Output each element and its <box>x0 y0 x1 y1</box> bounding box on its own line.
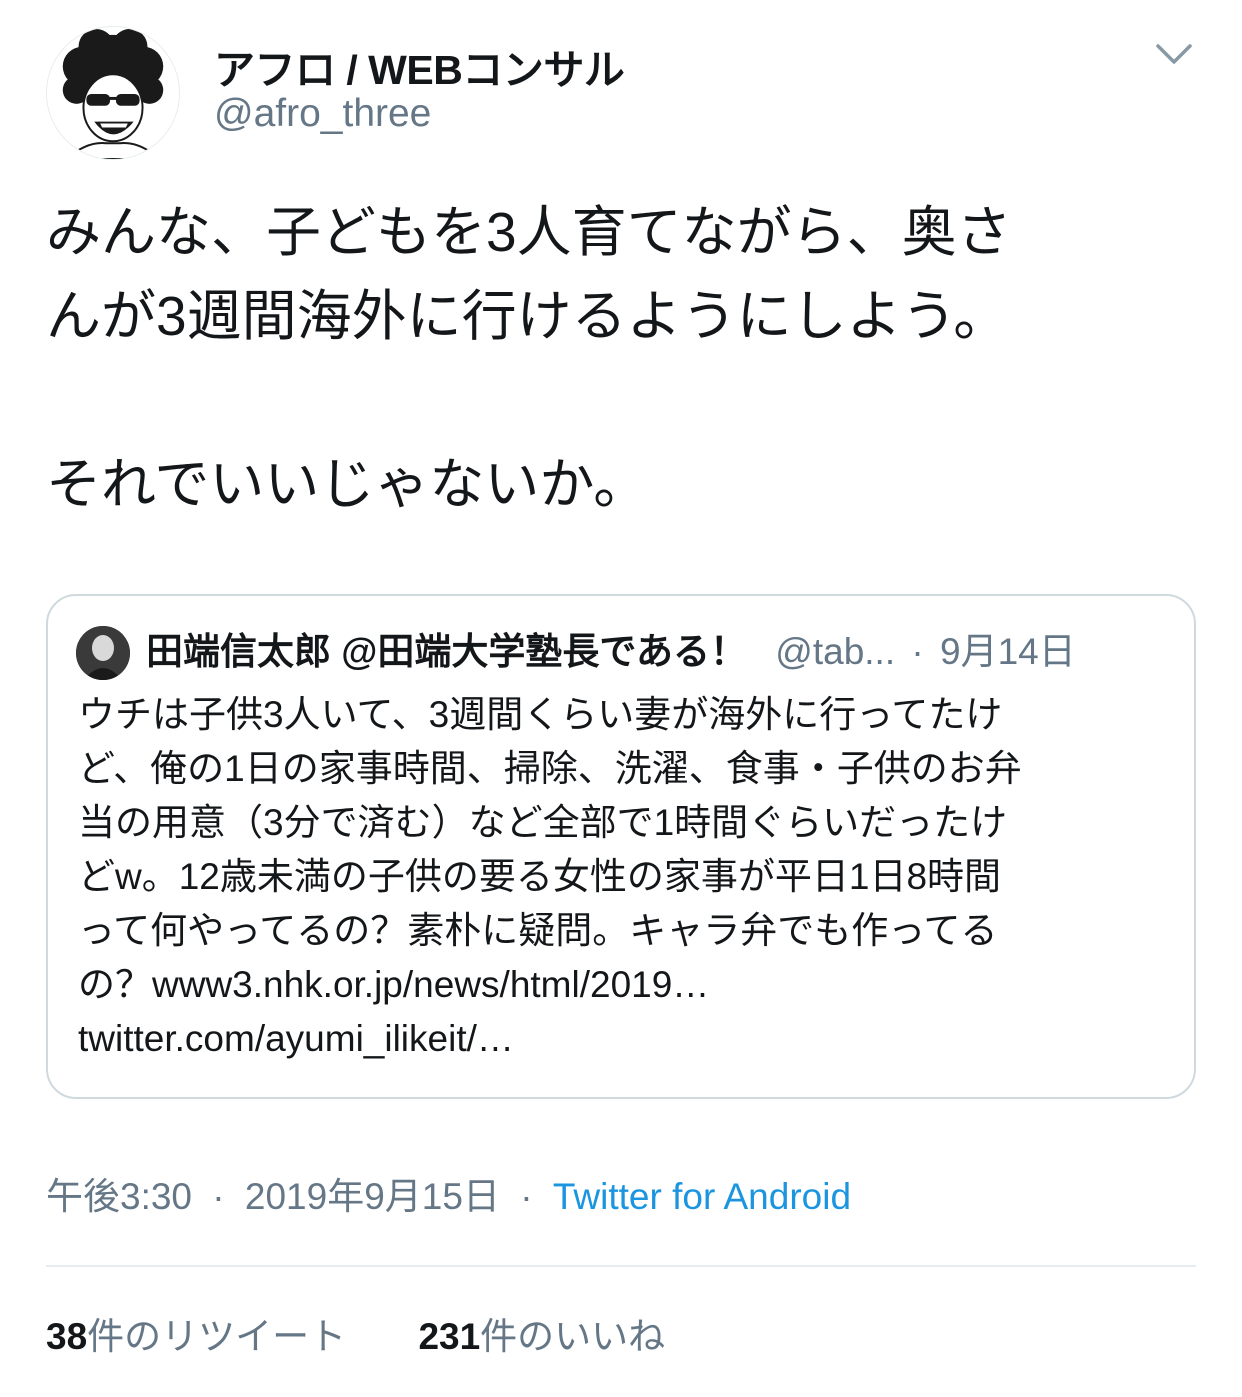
author-display-name[interactable]: アフロ / WEBコンサル <box>214 36 625 96</box>
likes-stat[interactable]: 231件のいいね <box>418 1312 665 1362</box>
tweet-stats: 38件のリツイート 231件のいいね <box>46 1312 665 1362</box>
author-avatar[interactable] <box>46 26 180 160</box>
tweet-line: んが3週間海外に行けるようにしよう。 <box>46 285 1009 347</box>
tweet-time: 午後3:30 <box>46 1176 193 1217</box>
quoted-line: twitter.com/ayumi_ilikeit/… <box>78 1018 514 1059</box>
quoted-author-name: 田端信太郎 @田端大学塾長である！ <box>146 631 747 672</box>
quoted-line: ウチは子供3人いて、3週間くらい妻が海外に行ってたけ <box>78 694 1003 735</box>
quoted-line: 当の用意（3分で済む）など全部で1時間ぐらいだったけ <box>78 802 1008 843</box>
quoted-author-avatar <box>76 626 130 680</box>
quoted-line: の？www3.nhk.or.jp/news/html/2019… <box>78 964 710 1005</box>
quoted-tweet-card[interactable]: 田端信太郎 @田端大学塾長である！ @tab... · 9月14日 ウチは子供3… <box>46 594 1196 1099</box>
quoted-header: 田端信太郎 @田端大学塾長である！ @tab... · 9月14日 <box>146 626 1176 678</box>
quoted-date: 9月14日 <box>940 631 1076 672</box>
tweet-meta: 午後3:30 · 2019年9月15日 · Twitter for Androi… <box>46 1172 851 1222</box>
tweet-text: みんな、子どもを3人育てながら、奥さ んが3週間海外に行けるようにしよう。 それ… <box>46 190 1196 526</box>
tweet-source-link[interactable]: Twitter for Android <box>553 1176 851 1217</box>
divider <box>46 1265 1196 1267</box>
retweets-label: 件のリツイート <box>87 1316 347 1357</box>
quoted-line: って何やってるの？素朴に疑問。キャラ弁でも作ってる <box>78 910 998 951</box>
quoted-line: ど、俺の1日の家事時間、掃除、洗濯、食事・子供のお弁 <box>78 748 1022 789</box>
quoted-text: ウチは子供3人いて、3週間くらい妻が海外に行ってたけ ど、俺の1日の家事時間、掃… <box>78 688 1168 1066</box>
afro-cartoon-avatar-icon <box>47 27 179 159</box>
tweet-line: みんな、子どもを3人育てながら、奥さ <box>46 201 1012 263</box>
retweets-stat[interactable]: 38件のリツイート <box>46 1312 346 1362</box>
tweet-date: 2019年9月15日 <box>244 1176 500 1217</box>
meta-separator: · <box>520 1176 533 1217</box>
author-handle[interactable]: @afro_three <box>214 92 431 136</box>
quoted-separator: · <box>911 631 924 672</box>
quoted-line: どw。12歳未満の子供の要る女性の家事が平日1日8時間 <box>78 856 1002 897</box>
likes-count: 231 <box>418 1316 481 1357</box>
chevron-down-icon[interactable] <box>1152 34 1196 74</box>
quoted-author-handle: @tab... <box>775 631 896 672</box>
likes-label: 件のいいね <box>480 1316 666 1357</box>
meta-separator: · <box>212 1176 225 1217</box>
tweet-line-break <box>46 358 1196 442</box>
tweet-line: それでいいじゃないか。 <box>46 453 649 515</box>
retweets-count: 38 <box>46 1316 88 1357</box>
